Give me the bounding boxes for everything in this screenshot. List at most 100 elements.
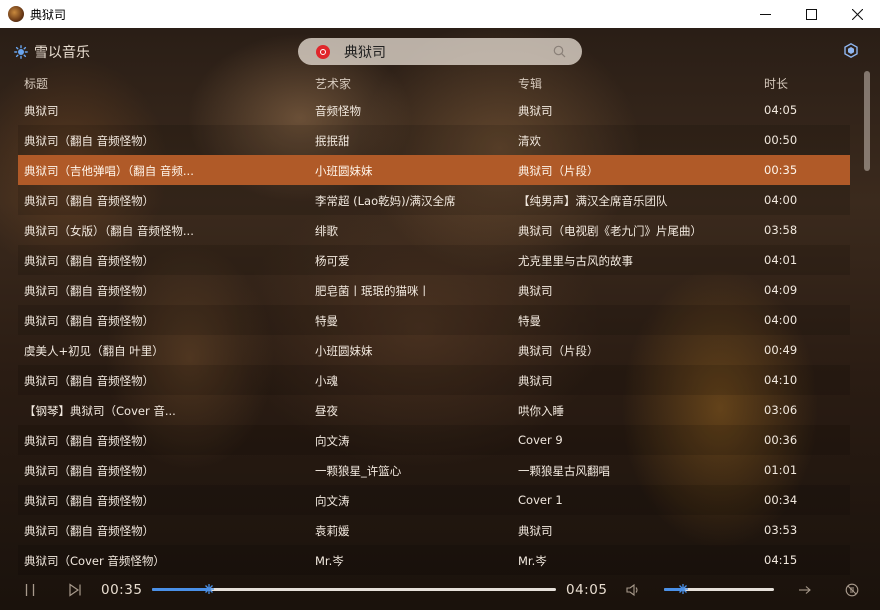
track-title: 典狱司（翻自 音频怪物）	[24, 194, 155, 208]
track-row[interactable]: 【钢琴】典狱司（Cover 音... 昼夜 哄你入睡 03:06	[18, 395, 850, 425]
track-album: Cover 1	[518, 493, 563, 507]
track-duration: 04:00	[764, 193, 798, 207]
track-artist: 李常超 (Lao乾妈)/满汉全席	[315, 194, 456, 208]
track-album: 【纯男声】满汉全席音乐团队	[518, 194, 668, 208]
progress-thumb[interactable]	[203, 584, 214, 594]
track-album: Mr.岑	[518, 554, 547, 568]
track-duration: 00:35	[764, 163, 798, 177]
maximize-button[interactable]	[788, 0, 834, 28]
track-artist: 向文涛	[315, 494, 350, 508]
track-row[interactable]: 典狱司（翻自 音频怪物） 向文涛 Cover 1 00:34	[18, 485, 850, 515]
track-album: 典狱司	[518, 374, 553, 388]
close-button[interactable]	[834, 0, 880, 28]
track-title: 【钢琴】典狱司（Cover 音...	[24, 404, 176, 418]
track-row[interactable]: 典狱司（女版）（翻自 音频怪物... 绯歌 典狱司（电视剧《老九门》片尾曲） 03:5…	[18, 215, 850, 245]
track-artist: 杨可爱	[315, 254, 350, 268]
current-time: 00:35	[101, 582, 143, 598]
progress-fill	[152, 588, 209, 591]
track-title: 典狱司（翻自 音频怪物）	[24, 524, 155, 538]
track-album: 尤克里里与古风的故事	[518, 254, 633, 268]
search-icon[interactable]	[553, 45, 566, 58]
maximize-icon	[805, 8, 817, 20]
track-title: 典狱司（翻自 音频怪物）	[24, 284, 155, 298]
track-row[interactable]: 典狱司（翻自 音频怪物） 向文涛 Cover 9 00:36	[18, 425, 850, 455]
track-row[interactable]: 典狱司 音频怪物 典狱司 04:05	[18, 95, 850, 125]
track-row[interactable]: 典狱司（翻自 音频怪物） 李常超 (Lao乾妈)/满汉全席 【纯男声】满汉全席音乐团…	[18, 185, 850, 215]
track-artist: 一颗狼星_许篮心	[315, 464, 402, 478]
volume-slider[interactable]	[664, 584, 774, 594]
track-artist: 绯歌	[315, 224, 338, 238]
track-row[interactable]: 典狱司（翻自 音频怪物） 小魂 典狱司 04:10	[18, 365, 850, 395]
track-title: 典狱司（翻自 音频怪物）	[24, 134, 155, 148]
volume-thumb[interactable]	[677, 584, 688, 594]
track-row[interactable]: 虞美人+初见（翻自 叶里） 小班圆妹妹 典狱司（片段） 00:49	[18, 335, 850, 365]
search-bar[interactable]	[298, 38, 582, 65]
track-duration: 00:49	[764, 343, 798, 357]
window-controls	[742, 0, 880, 28]
app-icon	[8, 6, 24, 22]
column-album[interactable]: 专辑	[518, 75, 542, 92]
close-icon	[851, 8, 863, 20]
track-title: 虞美人+初见（翻自 叶里）	[24, 344, 164, 358]
track-duration: 04:10	[764, 373, 798, 387]
track-artist: 特曼	[315, 314, 338, 328]
column-duration[interactable]: 时长	[764, 75, 788, 92]
track-artist: 小班圆妹妹	[315, 164, 373, 178]
track-duration: 01:01	[764, 463, 798, 477]
pause-icon[interactable]	[23, 583, 37, 597]
track-row[interactable]: 典狱司（翻自 音频怪物） 一颗狼星_许篮心 一颗狼星古风翻唱 01:01	[18, 455, 850, 485]
track-duration: 00:36	[764, 433, 798, 447]
track-title: 典狱司（翻自 音频怪物）	[24, 464, 155, 478]
track-row[interactable]: 典狱司（Cover 音频怪物） Mr.岑 Mr.岑 04:15	[18, 545, 850, 575]
track-title: 典狱司（翻自 音频怪物）	[24, 314, 155, 328]
track-row[interactable]: 典狱司（翻自 音频怪物） 肥皂菌丨珉珉的猫咪丨 典狱司 04:09	[18, 275, 850, 305]
minimize-button[interactable]	[742, 0, 788, 28]
track-row[interactable]: 典狱司（翻自 音频怪物） 抿抿甜 清欢 00:50	[18, 125, 850, 155]
track-duration: 04:05	[764, 103, 798, 117]
search-input[interactable]	[344, 43, 534, 60]
track-title: 典狱司	[24, 104, 59, 118]
total-time: 04:05	[566, 582, 608, 598]
volume-icon[interactable]	[626, 583, 640, 597]
next-icon[interactable]	[68, 583, 82, 597]
column-title[interactable]: 标题	[24, 75, 48, 92]
track-duration: 04:01	[764, 253, 798, 267]
track-duration: 03:06	[764, 403, 798, 417]
track-artist: 昼夜	[315, 404, 338, 418]
progress-bar[interactable]	[152, 584, 556, 594]
track-title: 典狱司（吉他弹唱）（翻自 音频...	[24, 164, 194, 178]
app-logo[interactable]: 雪以音乐	[14, 42, 90, 62]
track-album: 一颗狼星古风翻唱	[518, 464, 610, 478]
logo-icon	[14, 45, 28, 59]
track-album: Cover 9	[518, 433, 563, 447]
track-row[interactable]: 典狱司（翻自 音频怪物） 杨可爱 尤克里里与古风的故事 04:01	[18, 245, 850, 275]
scrollbar[interactable]	[864, 71, 870, 171]
track-duration: 04:00	[764, 313, 798, 327]
track-duration: 00:34	[764, 493, 798, 507]
track-list-header: 标题 艺术家 专辑 时长	[18, 72, 850, 92]
track-title: 典狱司（翻自 音频怪物）	[24, 494, 155, 508]
track-artist: 小魂	[315, 374, 338, 388]
track-album: 典狱司	[518, 524, 553, 538]
track-duration: 03:53	[764, 523, 798, 537]
player-bar: 00:35 04:05	[0, 574, 880, 610]
track-album: 典狱司	[518, 104, 553, 118]
track-row[interactable]: 典狱司（翻自 音频怪物） 袁莉媛 典狱司 03:53	[18, 515, 850, 545]
window-title: 典狱司	[30, 7, 67, 22]
track-artist: Mr.岑	[315, 554, 344, 568]
track-row[interactable]: 典狱司（翻自 音频怪物） 特曼 特曼 04:00	[18, 305, 850, 335]
track-album: 典狱司	[518, 284, 553, 298]
app-name: 雪以音乐	[34, 45, 90, 61]
track-duration: 03:58	[764, 223, 798, 237]
skin-icon[interactable]	[844, 43, 858, 58]
track-duration: 04:15	[764, 553, 798, 567]
track-title: 典狱司（女版）（翻自 音频怪物...	[24, 224, 194, 238]
track-artist: 抿抿甜	[315, 134, 350, 148]
column-artist[interactable]: 艺术家	[315, 75, 351, 92]
track-title: 典狱司（翻自 音频怪物）	[24, 254, 155, 268]
netease-source-icon[interactable]	[316, 44, 330, 59]
track-album: 典狱司（片段）	[518, 164, 599, 178]
lyrics-icon[interactable]	[845, 583, 859, 597]
track-row[interactable]: 典狱司（吉他弹唱）（翻自 音频... 小班圆妹妹 典狱司（片段） 00:35	[18, 155, 850, 185]
play-mode-icon[interactable]	[798, 583, 812, 597]
